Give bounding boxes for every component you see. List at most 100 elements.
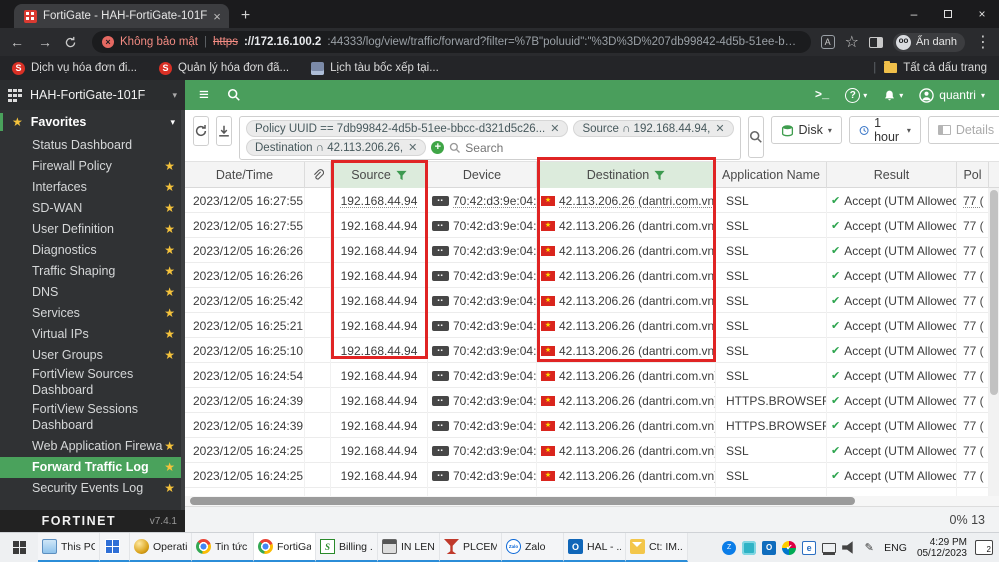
help-menu[interactable]: ? ▾	[845, 87, 867, 103]
column-header-source[interactable]: Source	[331, 162, 428, 188]
cell-destination[interactable]: ★ 42.113.206.26 (dantri.com.vn)	[537, 238, 716, 263]
cell-destination[interactable]: ★ 42.113.206.26 (dantri.com.vn)	[537, 288, 716, 313]
cell-device[interactable]: 70:42:d3:9e:04:0b	[428, 388, 537, 413]
sidebar-item-diagnostics[interactable]: ★ Diagnostics ★ ▾	[0, 239, 185, 260]
favorite-star-icon[interactable]: ★	[164, 264, 175, 278]
network-display-icon[interactable]	[822, 542, 837, 553]
menu-toggle-icon[interactable]: ≡	[199, 85, 209, 105]
cell-source[interactable]: 192.168.44.94	[331, 313, 428, 338]
sidebar-item-virtual-ips[interactable]: ★ Virtual IPs ★ ▾	[0, 323, 185, 344]
translate-icon[interactable]: A	[820, 35, 835, 49]
column-header-device[interactable]: Device	[428, 162, 537, 188]
taskbar-item[interactable]: Zalo	[502, 533, 564, 562]
sidebar-item-user-definition[interactable]: ★ User Definition ★ ▾	[0, 218, 185, 239]
refresh-button[interactable]	[193, 116, 209, 146]
incognito-badge[interactable]: Ẩn danh	[893, 32, 965, 52]
cell-policy[interactable]: 77 (	[957, 288, 989, 313]
cell-destination[interactable]: ★	[537, 488, 716, 496]
cell-policy[interactable]: 77 (	[957, 313, 989, 338]
favorite-star-icon[interactable]: ★	[164, 306, 175, 320]
filter-bar[interactable]: Policy UUID == 7db99842-4d5b-51ee-bbcc-d…	[239, 116, 741, 160]
cell-device[interactable]: 70:42:d3:9e:04:0b	[428, 238, 537, 263]
volume-icon[interactable]	[842, 541, 853, 554]
table-row[interactable]: 2023/12/05 16:27:55 192.168.44.94 70:42:…	[185, 213, 989, 238]
cell-policy[interactable]: 77 (	[957, 238, 989, 263]
cell-policy[interactable]: 77 (	[957, 438, 989, 463]
cell-device[interactable]: 70:42:d3:9e:04:0b	[428, 413, 537, 438]
bookmark-item[interactable]: Dịch vụ hóa đơn đi...	[12, 61, 137, 75]
sidebar-item-services[interactable]: ★ Services ★ ▾	[0, 302, 185, 323]
column-header-destination[interactable]: Destination	[537, 162, 716, 188]
taskbar-item[interactable]: PLCEM...	[440, 533, 502, 562]
forward-icon[interactable]: →	[36, 34, 54, 50]
e-doc-icon[interactable]	[802, 540, 817, 555]
column-header-application[interactable]: Application Name	[716, 162, 827, 188]
remove-filter-icon[interactable]: ✕	[715, 122, 724, 135]
cell-source[interactable]: 192.168.44.94	[331, 238, 428, 263]
cell-device[interactable]: 70:42:d3:9e:04:0b	[428, 338, 537, 363]
cell-policy[interactable]: 77 (	[957, 463, 989, 488]
cell-policy[interactable]: 77 (	[957, 388, 989, 413]
favorite-star-icon[interactable]: ★	[164, 222, 175, 236]
cell-device[interactable]: 70:42:d3:9e:04:0b	[428, 288, 537, 313]
cell-source[interactable]: 192.168.44.94	[331, 188, 428, 213]
column-header-attachment[interactable]	[305, 162, 331, 188]
bookmark-item[interactable]: Quản lý hóa đơn đã...	[159, 61, 289, 75]
taskbar-clock[interactable]: 4:29 PM 05/12/2023	[915, 537, 969, 559]
taskbar-item[interactable]: Billing ...	[316, 533, 378, 562]
taskbar-item[interactable]: This PC	[38, 533, 100, 562]
bookmark-item[interactable]: Lịch tàu bốc xếp tại...	[311, 61, 439, 75]
table-row[interactable]: 2023/12/05 16:24:39 192.168.44.94 70:42:…	[185, 413, 989, 438]
table-row[interactable]: 2023/12/05 16:24:25 192.168.44.94 70:42:…	[185, 438, 989, 463]
window-minimize-button[interactable]: –	[897, 0, 931, 28]
taskbar-item[interactable]: FortiGa...	[254, 533, 316, 562]
window-close-button[interactable]: ×	[965, 0, 999, 28]
outlook-tray-icon[interactable]	[762, 540, 777, 555]
back-icon[interactable]: ←	[8, 34, 26, 50]
favorite-star-icon[interactable]: ★	[164, 201, 175, 215]
user-menu[interactable]: quantri ▾	[919, 87, 985, 103]
time-range-dropdown[interactable]: 1 hour ▾	[848, 116, 921, 144]
cell-policy[interactable]: 77 (	[957, 213, 989, 238]
bookmark-star-icon[interactable]: ☆	[845, 32, 859, 52]
cell-source[interactable]: 192.168.44.94	[331, 388, 428, 413]
cell-source[interactable]	[331, 488, 428, 496]
favorite-star-icon[interactable]: ★	[164, 243, 175, 257]
table-row[interactable]: 2023/12/05 16:24:54 192.168.44.94 70:42:…	[185, 363, 989, 388]
browser-menu-icon[interactable]: ⋮	[975, 32, 991, 52]
cell-destination[interactable]: ★ 42.113.206.26 (dantri.com.vn)	[537, 263, 716, 288]
favorite-star-icon[interactable]: ★	[164, 159, 175, 173]
table-row[interactable]: 2023/12/05 16:24:25 192.168.44.94 70:42:…	[185, 463, 989, 488]
taskbar-item[interactable]: Tin tức ...	[192, 533, 254, 562]
cell-device[interactable]: 70:42:d3:9e:04:0b	[428, 188, 537, 213]
table-row[interactable]: 2023/12/05 16:24:39 192.168.44.94 70:42:…	[185, 388, 989, 413]
notification-center-icon[interactable]: 2	[975, 540, 993, 555]
table-row[interactable]: 2023/12/05 16:26:26 192.168.44.94 70:42:…	[185, 263, 989, 288]
cell-policy[interactable]	[957, 488, 989, 496]
sidebar-item-fortiview-sessions-dashboard[interactable]: ★ FortiView Sessions Dashboard ★ ▾	[0, 400, 185, 435]
browser-tab[interactable]: FortiGate - HAH-FortiGate-101F ×	[14, 4, 229, 28]
cell-device[interactable]: 70:42:d3:9e:04:0b	[428, 263, 537, 288]
filter-pill[interactable]: Source ∩ 192.168.44.94, ✕	[573, 120, 734, 137]
sidebar-item-user-groups[interactable]: ★ User Groups ★ ▾	[0, 344, 185, 365]
all-bookmarks-button[interactable]: Tất cả dấu trang	[884, 61, 987, 74]
taskbar-item[interactable]: IN LENH	[378, 533, 440, 562]
favorite-star-icon[interactable]: ★	[164, 285, 175, 299]
reload-icon[interactable]	[64, 36, 82, 49]
cell-destination[interactable]: ★ 42.113.206.26 (dantri.com.vn)	[537, 363, 716, 388]
table-row[interactable]: 2023/12/05 16:27:55 192.168.44.94 70:42:…	[185, 188, 989, 213]
device-selector[interactable]: HAH-FortiGate-101F ▾	[0, 80, 185, 110]
log-location-dropdown[interactable]: Disk ▾	[770, 116, 842, 144]
sidebar-item-status-dashboard[interactable]: ★ Status Dashboard ★ ▾	[0, 134, 185, 155]
sidebar-item-dns[interactable]: ★ DNS ★ ▾	[0, 281, 185, 302]
cell-destination[interactable]: ★ 42.113.206.26 (dantri.com.vn)	[537, 438, 716, 463]
taskbar-item[interactable]: Operati...	[130, 533, 192, 562]
download-button[interactable]	[216, 116, 232, 146]
cell-source[interactable]: 192.168.44.94	[331, 413, 428, 438]
search-submit-button[interactable]	[747, 116, 764, 158]
details-button[interactable]: Details	[927, 116, 999, 144]
table-row[interactable]: 2023/12/05 16:25:21 192.168.44.94 70:42:…	[185, 313, 989, 338]
address-bar[interactable]: × Không bảo mật | https://172.16.100.2:4…	[92, 31, 811, 53]
sidebar-item-interfaces[interactable]: ★ Interfaces ★ ▾	[0, 176, 185, 197]
cell-source[interactable]: 192.168.44.94	[331, 463, 428, 488]
